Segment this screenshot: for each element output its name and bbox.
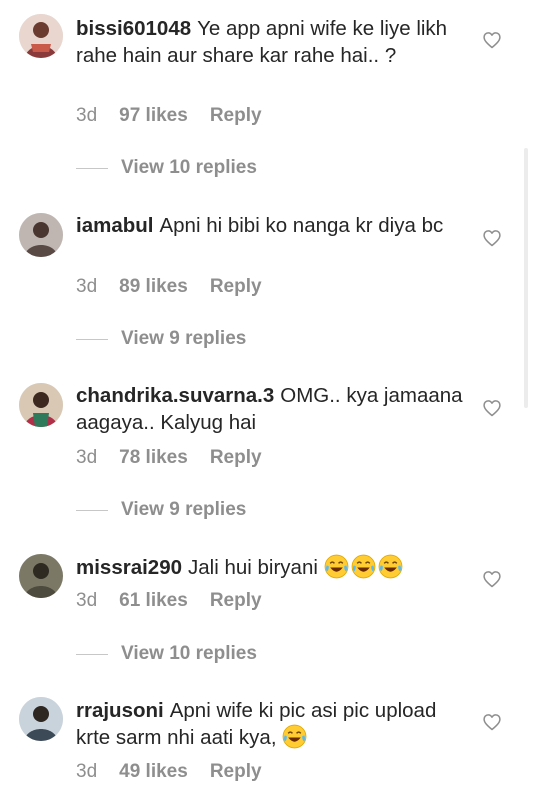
heart-outline-icon[interactable] <box>482 30 502 50</box>
comment-username[interactable]: iamabul <box>76 214 153 237</box>
comment-username[interactable]: bissi601048 <box>76 17 191 40</box>
comment-text: Jali hui biryani <box>188 556 318 579</box>
view-replies-row[interactable]: View 10 replies <box>76 643 257 665</box>
scrollbar[interactable] <box>524 148 528 408</box>
comment-username[interactable]: missrai290 <box>76 556 182 579</box>
reply-button[interactable]: Reply <box>210 105 262 126</box>
reply-button[interactable]: Reply <box>210 276 262 297</box>
comment-time: 3d <box>76 447 98 468</box>
avatar[interactable] <box>19 383 63 427</box>
avatar[interactable] <box>19 697 63 741</box>
heart-outline-icon[interactable] <box>482 712 502 732</box>
comment-text-block: bissi601048 Ye app apni wife ke liye likh… <box>76 15 468 69</box>
replies-divider <box>76 167 108 169</box>
view-replies-link[interactable]: View 9 replies <box>121 328 246 349</box>
comment-meta: 3d 89 likes Reply <box>76 276 284 298</box>
comment-text-block: iamabul Apni hi bibi ko nanga kr diya bc <box>76 212 468 239</box>
comment-meta: 3d 97 likes Reply <box>76 105 284 127</box>
avatar[interactable] <box>19 14 63 58</box>
view-replies-row[interactable]: View 10 replies <box>76 157 257 179</box>
avatar[interactable] <box>19 213 63 257</box>
replies-divider <box>76 653 108 655</box>
face-with-tears-of-joy-icon <box>378 554 403 579</box>
reply-button[interactable]: Reply <box>210 590 262 611</box>
comment-likes[interactable]: 78 likes <box>119 447 188 468</box>
comment-text-block: rrajusoni Apni wife ki pic asi pic upload… <box>76 697 468 751</box>
heart-outline-icon[interactable] <box>482 569 502 589</box>
face-with-tears-of-joy-icon <box>351 554 376 579</box>
view-replies-link[interactable]: View 10 replies <box>121 157 257 178</box>
comment-text-block: chandrika.suvarna.3 OMG.. kya jamaana aag… <box>76 382 468 436</box>
comment-meta: 3d 61 likes Reply <box>76 590 284 612</box>
heart-outline-icon[interactable] <box>482 398 502 418</box>
comment-likes[interactable]: 89 likes <box>119 276 188 297</box>
comment-username[interactable]: chandrika.suvarna.3 <box>76 384 274 407</box>
comment-time: 3d <box>76 276 98 297</box>
comment-time: 3d <box>76 761 98 782</box>
heart-outline-icon[interactable] <box>482 228 502 248</box>
comment-username[interactable]: rrajusoni <box>76 699 164 722</box>
comment-likes[interactable]: 49 likes <box>119 761 188 782</box>
reply-button[interactable]: Reply <box>210 761 262 782</box>
comment-text-block: missrai290 Jali hui biryani <box>76 554 468 581</box>
comment-meta: 3d 78 likes Reply <box>76 447 284 469</box>
reply-button[interactable]: Reply <box>210 447 262 468</box>
comment-text: Apni hi bibi ko nanga kr diya bc <box>159 214 444 237</box>
face-with-tears-of-joy-icon <box>282 724 307 749</box>
replies-divider <box>76 338 108 340</box>
view-replies-link[interactable]: View 9 replies <box>121 499 246 520</box>
comment-time: 3d <box>76 105 98 126</box>
comment-likes[interactable]: 97 likes <box>119 105 188 126</box>
face-with-tears-of-joy-icon <box>324 554 349 579</box>
comment-time: 3d <box>76 590 98 611</box>
replies-divider <box>76 509 108 511</box>
comment-meta: 3d 49 likes Reply <box>76 761 284 783</box>
view-replies-row[interactable]: View 9 replies <box>76 328 246 350</box>
view-replies-row[interactable]: View 9 replies <box>76 499 246 521</box>
view-replies-link[interactable]: View 10 replies <box>121 643 257 664</box>
avatar[interactable] <box>19 554 63 598</box>
comment-likes[interactable]: 61 likes <box>119 590 188 611</box>
